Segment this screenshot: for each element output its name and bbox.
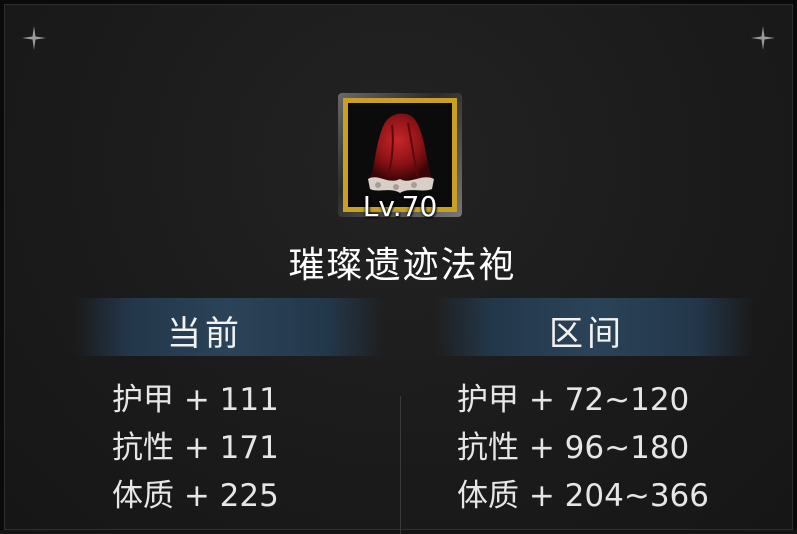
stat-constitution: 体质 + 225 (112, 478, 279, 514)
range-column-title: 区间 (549, 314, 625, 354)
item-level: Lv.70 (362, 190, 438, 223)
stat-constitution-range: 体质 + 204~366 (457, 478, 709, 514)
item-tooltip-panel: Lv.70 璀璨遗迹法袍 当前 区间 护甲 + 111 抗性 + 171 体质 … (0, 0, 797, 534)
current-stats-list: 护甲 + 111 抗性 + 171 体质 + 225 (112, 376, 279, 520)
column-divider (400, 396, 401, 534)
current-column-title: 当前 (167, 314, 243, 354)
range-stats-list: 护甲 + 72~120 抗性 + 96~180 体质 + 204~366 (457, 376, 709, 520)
stat-resistance: 抗性 + 171 (112, 430, 279, 466)
corner-star-icon (751, 26, 775, 50)
corner-star-icon (22, 26, 46, 50)
stat-armor: 护甲 + 111 (112, 382, 279, 418)
stat-resistance-range: 抗性 + 96~180 (457, 430, 690, 466)
item-name: 璀璨遗迹法袍 (288, 245, 517, 286)
stat-armor-range: 护甲 + 72~120 (457, 382, 690, 418)
